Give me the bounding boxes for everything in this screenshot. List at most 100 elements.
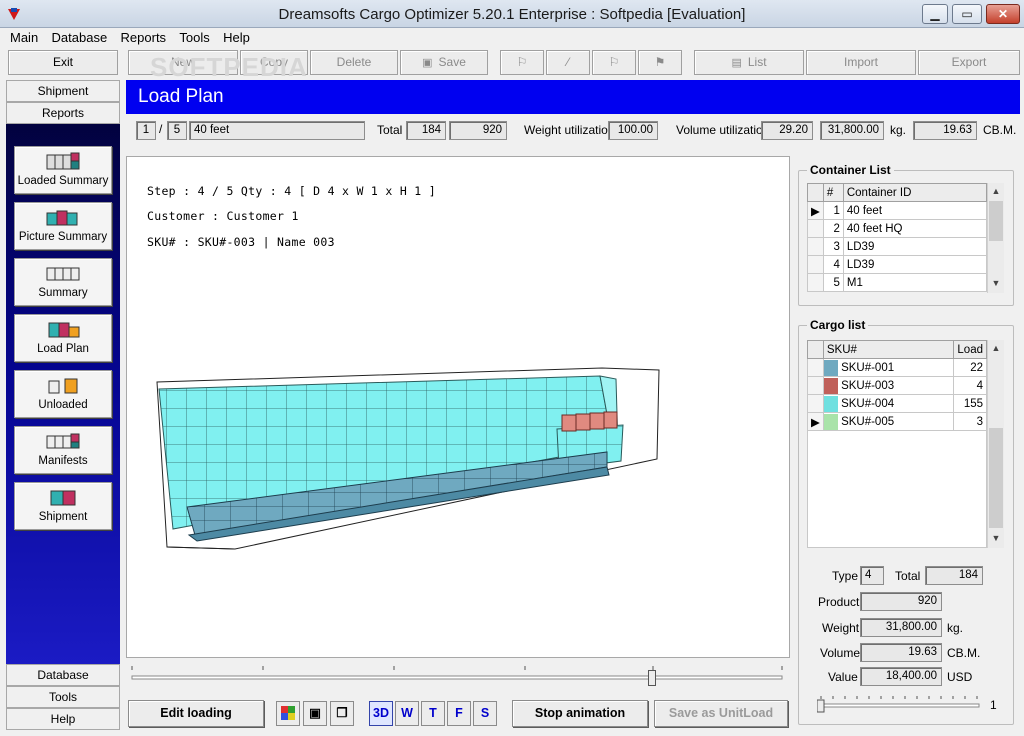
load-plan-view[interactable]: Step : 4 / 5 Qty : 4 [ D 4 x W 1 x H 1 ]… [126, 156, 790, 658]
last-button[interactable]: ⚑ [638, 50, 682, 75]
sidebar-item-summary[interactable]: Summary [14, 258, 112, 306]
column-header-num[interactable]: # [822, 183, 844, 202]
value-amount: 18,400.00 [860, 667, 942, 686]
import-button[interactable]: Import [806, 50, 916, 75]
row-selector-header [807, 183, 824, 202]
maximize-button[interactable]: ▭ [952, 4, 982, 24]
floppy-icon: ▣ [422, 57, 433, 69]
animation-timeline[interactable] [126, 660, 790, 694]
row-selector [807, 394, 824, 413]
page-banner: Load Plan [126, 80, 1020, 114]
cargo-sku: SKU#-004 [841, 397, 895, 410]
sidebar-item-manifests[interactable]: Manifests [14, 426, 112, 474]
view-t-button[interactable]: T [421, 701, 445, 726]
container-list-scrollbar[interactable]: ▲ ▼ [987, 183, 1004, 293]
scroll-thumb[interactable] [989, 428, 1003, 528]
sidebar-tab-database[interactable]: Database [6, 664, 120, 686]
sidebar-item-label: Shipment [38, 511, 88, 523]
flag-last-icon: ⚑ [654, 55, 666, 69]
save-label: Save [438, 55, 466, 69]
sidebar-tab-shipment[interactable]: Shipment [6, 80, 120, 102]
save-button[interactable]: ▣ Save [400, 50, 488, 75]
scroll-down-icon[interactable]: ▼ [988, 530, 1004, 546]
new-button[interactable]: New [128, 50, 238, 75]
scroll-down-icon[interactable]: ▼ [988, 275, 1004, 291]
color-palette-button[interactable] [276, 701, 300, 726]
color-swatch [824, 395, 838, 412]
list-button[interactable]: ▤ List [694, 50, 804, 75]
next-button[interactable]: ⚐ [592, 50, 636, 75]
scroll-up-icon[interactable]: ▲ [988, 340, 1004, 356]
table-row[interactable]: 4 LD39 [807, 255, 988, 274]
volume-value: 19.63 [860, 643, 942, 662]
container-list-table: # Container ID ▶ 1 40 feet 2 40 feet HQ 3 LD3… [807, 183, 988, 292]
floppy-icon: ▣ [309, 706, 321, 720]
stacked-boxes-icon [43, 151, 83, 173]
minimize-button[interactable]: ▁ [922, 4, 948, 24]
container-list-group: Container List # Container ID ▶ 1 40 feet 2… [798, 163, 1014, 306]
sidebar-item-load-plan[interactable]: Load Plan [14, 314, 112, 362]
export-button[interactable]: Export [918, 50, 1020, 75]
column-header-container-id[interactable]: Container ID [842, 183, 988, 202]
close-button[interactable]: ✕ [986, 4, 1020, 24]
sidebar-tab-reports[interactable]: Reports [6, 102, 120, 124]
scroll-thumb[interactable] [989, 201, 1003, 241]
scroll-up-icon[interactable]: ▲ [988, 183, 1004, 199]
sidebar-tab-tools[interactable]: Tools [6, 686, 120, 708]
timeline-thumb[interactable] [648, 670, 656, 686]
exit-button[interactable]: Exit [8, 50, 118, 75]
save-as-unitload-button[interactable]: Save as UnitLoad [654, 700, 788, 727]
menu-reports[interactable]: Reports [121, 28, 167, 45]
load-plan-icon [43, 319, 83, 341]
menu-help[interactable]: Help [223, 28, 250, 45]
table-row[interactable]: 2 40 feet HQ [807, 219, 988, 238]
sidebar-item-label: Load Plan [37, 343, 89, 355]
stop-animation-button[interactable]: Stop animation [512, 700, 648, 727]
view-3d-button[interactable]: 3D [369, 701, 393, 726]
sidebar-item-shipment[interactable]: Shipment [14, 482, 112, 530]
copy-pages-icon: ❐ [336, 706, 348, 720]
table-row[interactable]: ▶ 1 40 feet [807, 201, 988, 220]
first-button[interactable]: ⚐ [500, 50, 544, 75]
list-label: List [747, 55, 767, 69]
cargo-list-scrollbar[interactable]: ▲ ▼ [987, 340, 1004, 548]
column-header-load[interactable]: Load [953, 340, 987, 359]
copy-image-button[interactable]: ❐ [330, 701, 354, 726]
sidebar-item-picture-summary[interactable]: Picture Summary [14, 202, 112, 250]
toolbar: Exit New Copy Delete ▣ Save ⚐ ⁄ ⚐ ⚑ ▤ List… [0, 48, 1024, 78]
view-f-button[interactable]: F [447, 701, 471, 726]
maximize-icon: ▭ [961, 7, 973, 21]
menu-main[interactable]: Main [10, 28, 38, 45]
table-row[interactable]: 5 M1 [807, 273, 988, 292]
table-row[interactable]: SKU#-004 155 [807, 394, 987, 413]
column-header-sku[interactable]: SKU# [822, 340, 955, 359]
view-w-button[interactable]: W [395, 701, 419, 726]
cbm-value: 19.63 [913, 121, 977, 140]
edit-loading-button[interactable]: Edit loading [128, 700, 264, 727]
sidebar-item-unloaded[interactable]: Unloaded [14, 370, 112, 418]
container-num: 1 [822, 201, 844, 220]
previous-button[interactable]: ⁄ [546, 50, 590, 75]
sidebar-tab-help[interactable]: Help [6, 708, 120, 730]
quantity-slider[interactable] [816, 694, 985, 714]
color-swatch [824, 359, 838, 376]
import-label: Import [843, 55, 878, 69]
table-row[interactable]: SKU#-003 4 [807, 376, 987, 395]
delete-button[interactable]: Delete [310, 50, 398, 75]
container-id: M1 [842, 273, 988, 292]
value-unit: USD [947, 670, 973, 684]
table-row[interactable]: ▶ SKU#-005 3 [807, 412, 987, 431]
table-row[interactable]: 3 LD39 [807, 237, 988, 256]
view-s-button[interactable]: S [473, 701, 497, 726]
flag-first-icon: ⚐ [516, 55, 528, 69]
menu-database[interactable]: Database [52, 28, 108, 45]
copy-button[interactable]: Copy [240, 50, 308, 75]
sidebar-item-loaded-summary[interactable]: Loaded Summary [14, 146, 112, 194]
total-product: 920 [449, 121, 507, 140]
save-image-button[interactable]: ▣ [303, 701, 327, 726]
table-row[interactable]: SKU#-001 22 [807, 358, 987, 377]
shipment-icon [43, 487, 83, 509]
minimize-icon: ▁ [930, 7, 940, 21]
value-label: Value [828, 670, 858, 684]
menu-tools[interactable]: Tools [179, 28, 209, 45]
